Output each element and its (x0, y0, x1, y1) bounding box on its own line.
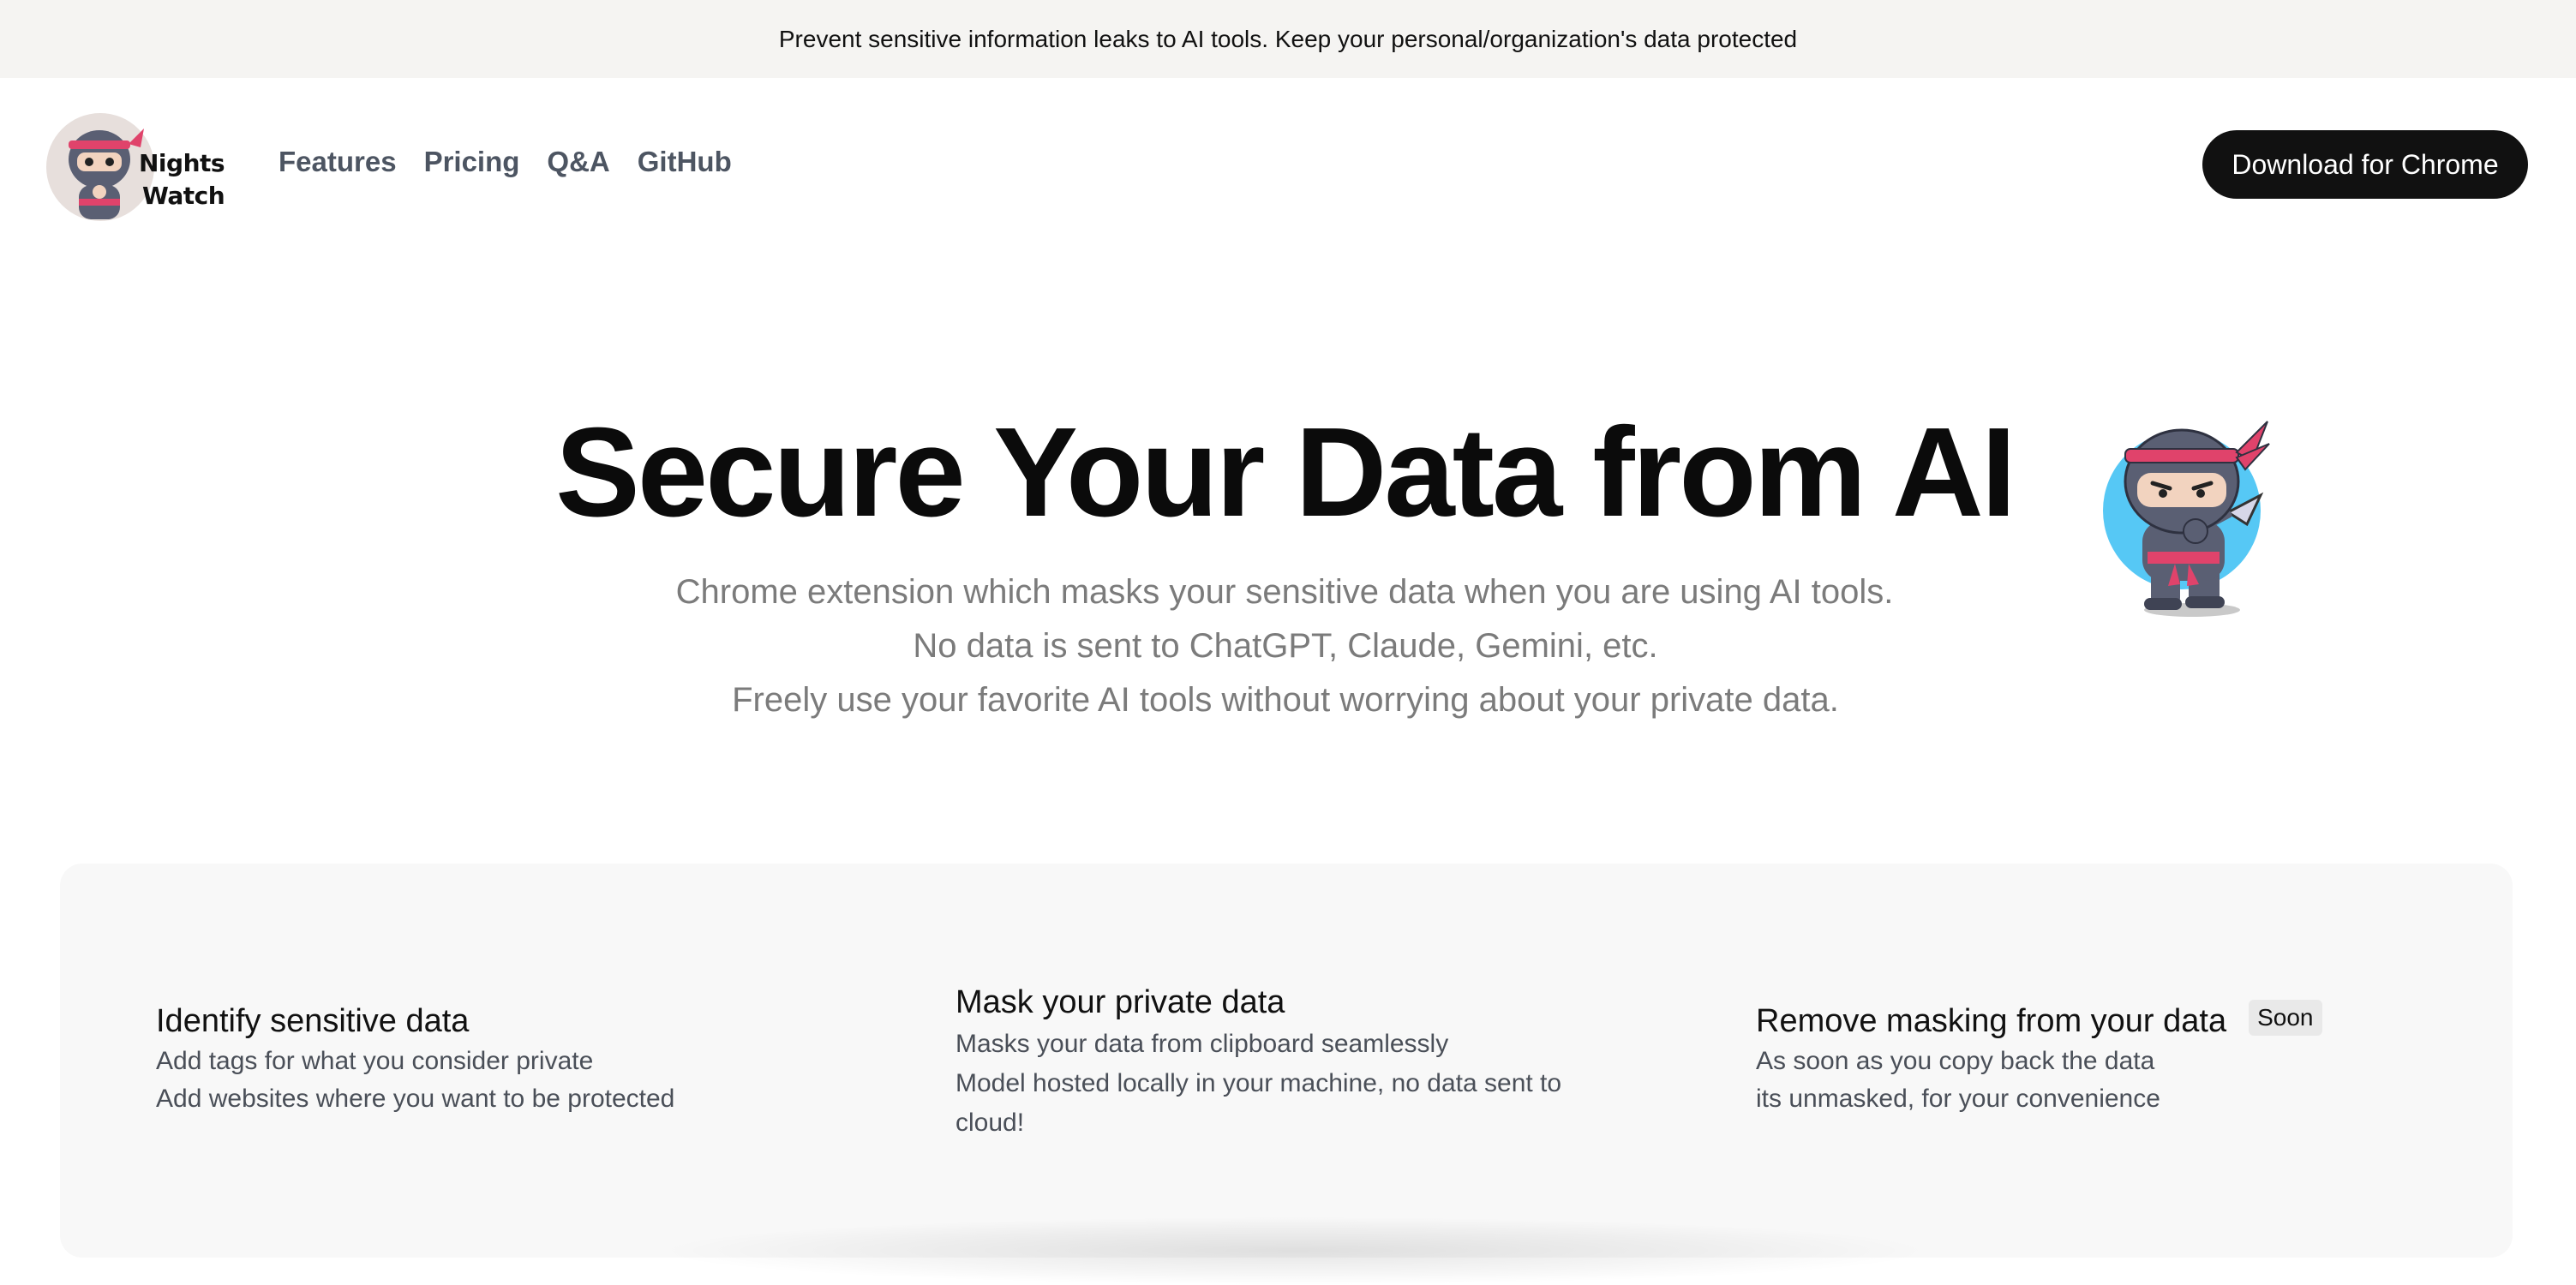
nav-pricing-link[interactable]: Pricing (424, 146, 520, 178)
feature-title-text: Remove masking from your data (1756, 1002, 2227, 1039)
brand-line-1: Nights (139, 149, 225, 177)
hero-title-text: Secure Your Data from AI (555, 402, 2016, 543)
feature-line: Add websites where you want to be protec… (156, 1085, 675, 1113)
hero-subtitle-line-3: Freely use your favorite AI tools withou… (732, 681, 1839, 719)
ninja-icon (69, 128, 144, 219)
feature-line: Add tags for what you consider private (156, 1047, 594, 1075)
feature-line: its unmasked, for your convenience (1756, 1085, 2160, 1113)
feature-title-text: Mask your private data (956, 983, 1285, 1020)
preview-shadow (651, 1216, 1937, 1285)
feature-line: Model hosted locally in your machine, no… (956, 1069, 1562, 1137)
ninja-icon (2103, 421, 2270, 617)
brand-line-2: Watch (142, 182, 225, 210)
nav-github-link[interactable]: GitHub (638, 146, 732, 178)
feature-identify-sensitive-data: Identify sensitive data Add tags for wha… (156, 999, 773, 1119)
download-for-chrome-button[interactable]: Download for Chrome (2202, 130, 2528, 199)
feature-mask-private-data: Mask your private data Masks your data f… (956, 980, 1632, 1143)
brand-name: Nights Watch (139, 147, 225, 212)
site-logo[interactable]: Nights Watch (46, 113, 225, 223)
feature-line: Masks your data from clipboard seamlessl… (956, 1030, 1449, 1058)
main-nav: Features Pricing Q&A GitHub (279, 146, 732, 178)
feature-remove-masking: Remove masking from your data Soon As so… (1756, 999, 2407, 1119)
nav-features-link[interactable]: Features (279, 146, 397, 178)
announcement-text: Prevent sensitive information leaks to A… (778, 25, 1798, 52)
feature-line: As soon as you copy back the data (1756, 1047, 2155, 1075)
feature-title: Mask your private data (956, 980, 1632, 1025)
feature-title: Identify sensitive data (156, 999, 773, 1043)
feature-title: Remove masking from your data Soon (1756, 999, 2407, 1043)
hero-subtitle-line-2: No data is sent to ChatGPT, Claude, Gemi… (913, 627, 1658, 665)
soon-badge: Soon (2249, 1000, 2322, 1036)
feature-title-text: Identify sensitive data (156, 1002, 470, 1039)
announcement-bar: Prevent sensitive information leaks to A… (0, 0, 2576, 78)
nav-qa-link[interactable]: Q&A (547, 146, 609, 178)
